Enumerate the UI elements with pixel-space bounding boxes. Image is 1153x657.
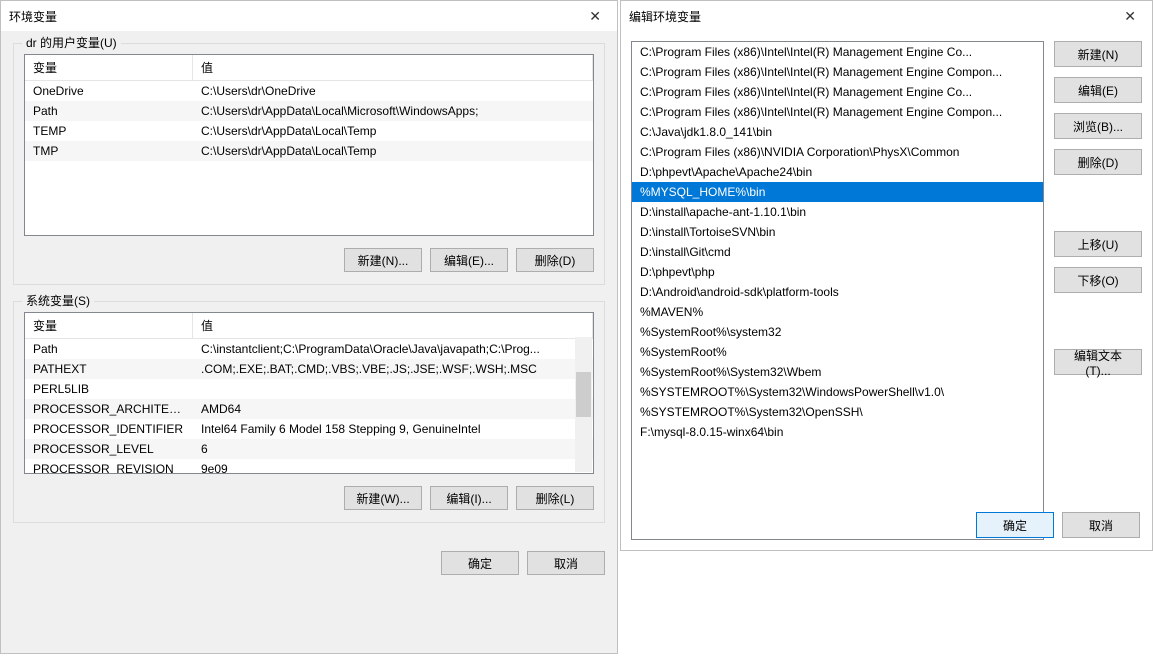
list-item[interactable]: %SYSTEMROOT%\System32\OpenSSH\ <box>632 402 1043 422</box>
list-item[interactable]: D:\install\Git\cmd <box>632 242 1043 262</box>
table-row[interactable]: OneDriveC:\Users\dr\OneDrive <box>25 81 593 101</box>
user-button-row: 新建(N)... 编辑(E)... 删除(D) <box>24 248 594 272</box>
user-vars-body: OneDriveC:\Users\dr\OneDrive PathC:\User… <box>25 81 593 235</box>
table-row[interactable]: PERL5LIB <box>25 379 593 399</box>
path-listbox[interactable]: C:\Program Files (x86)\Intel\Intel(R) Ma… <box>631 41 1044 540</box>
table-row[interactable]: PathC:\instantclient;C:\ProgramData\Orac… <box>25 339 593 359</box>
list-item[interactable]: %SYSTEMROOT%\System32\WindowsPowerShell\… <box>632 382 1043 402</box>
close-icon[interactable]: ✕ <box>581 6 609 27</box>
table-row[interactable]: TMPC:\Users\dr\AppData\Local\Temp <box>25 141 593 161</box>
dialog-body: C:\Program Files (x86)\Intel\Intel(R) Ma… <box>621 31 1152 550</box>
list-item[interactable]: C:\Program Files (x86)\Intel\Intel(R) Ma… <box>632 42 1043 62</box>
dialog-footer: 确定 取消 <box>1 551 617 587</box>
list-item[interactable]: %MYSQL_HOME%\bin <box>632 182 1043 202</box>
ok-button[interactable]: 确定 <box>441 551 519 575</box>
move-down-button[interactable]: 下移(O) <box>1054 267 1142 293</box>
sys-vars-group: 系统变量(S) 变量 值 PathC:\instantclient;C:\Pro… <box>13 301 605 523</box>
table-row[interactable]: PathC:\Users\dr\AppData\Local\Microsoft\… <box>25 101 593 121</box>
table-row[interactable]: TEMPC:\Users\dr\AppData\Local\Temp <box>25 121 593 141</box>
ok-button[interactable]: 确定 <box>976 512 1054 538</box>
edit-env-var-dialog: 编辑环境变量 ✕ C:\Program Files (x86)\Intel\In… <box>620 0 1153 551</box>
env-vars-dialog: 环境变量 ✕ dr 的用户变量(U) 变量 值 OneDriveC:\Users… <box>0 0 618 654</box>
table-header: 变量 值 <box>25 313 593 339</box>
table-row[interactable]: PROCESSOR_LEVEL6 <box>25 439 593 459</box>
list-item[interactable]: C:\Java\jdk1.8.0_141\bin <box>632 122 1043 142</box>
list-item[interactable]: C:\Program Files (x86)\Intel\Intel(R) Ma… <box>632 62 1043 82</box>
dialog-body: dr 的用户变量(U) 变量 值 OneDriveC:\Users\dr\One… <box>1 31 617 551</box>
new-button[interactable]: 新建(N) <box>1054 41 1142 67</box>
table-row[interactable]: PROCESSOR_REVISION9e09 <box>25 459 593 473</box>
delete-button[interactable]: 删除(D) <box>1054 149 1142 175</box>
col-value[interactable]: 值 <box>193 55 593 80</box>
titlebar: 编辑环境变量 ✕ <box>621 1 1152 31</box>
edit-text-button[interactable]: 编辑文本(T)... <box>1054 349 1142 375</box>
sys-vars-body: PathC:\instantclient;C:\ProgramData\Orac… <box>25 339 593 473</box>
scrollbar-thumb[interactable] <box>576 372 591 417</box>
col-variable[interactable]: 变量 <box>25 313 193 338</box>
list-item[interactable]: %SystemRoot%\system32 <box>632 322 1043 342</box>
sys-new-button[interactable]: 新建(W)... <box>344 486 422 510</box>
sys-edit-button[interactable]: 编辑(I)... <box>430 486 508 510</box>
sys-vars-table: 变量 值 PathC:\instantclient;C:\ProgramData… <box>24 312 594 474</box>
group-legend: 系统变量(S) <box>22 292 94 309</box>
titlebar: 环境变量 ✕ <box>1 1 617 31</box>
col-value[interactable]: 值 <box>193 313 593 338</box>
user-new-button[interactable]: 新建(N)... <box>344 248 422 272</box>
group-legend: dr 的用户变量(U) <box>22 34 121 51</box>
scrollbar[interactable] <box>575 337 592 472</box>
edit-button[interactable]: 编辑(E) <box>1054 77 1142 103</box>
close-icon[interactable]: ✕ <box>1116 6 1144 27</box>
list-item[interactable]: C:\Program Files (x86)\Intel\Intel(R) Ma… <box>632 102 1043 122</box>
list-item[interactable]: F:\mysql-8.0.15-winx64\bin <box>632 422 1043 442</box>
move-up-button[interactable]: 上移(U) <box>1054 231 1142 257</box>
table-row[interactable]: PROCESSOR_IDENTIFIERIntel64 Family 6 Mod… <box>25 419 593 439</box>
list-item[interactable]: D:\Android\android-sdk\platform-tools <box>632 282 1043 302</box>
user-vars-group: dr 的用户变量(U) 变量 值 OneDriveC:\Users\dr\One… <box>13 43 605 285</box>
list-item[interactable]: D:\phpevt\php <box>632 262 1043 282</box>
list-item[interactable]: C:\Program Files (x86)\Intel\Intel(R) Ma… <box>632 82 1043 102</box>
sys-delete-button[interactable]: 删除(L) <box>516 486 594 510</box>
table-row[interactable]: PROCESSOR_ARCHITECT...AMD64 <box>25 399 593 419</box>
cancel-button[interactable]: 取消 <box>527 551 605 575</box>
user-vars-table: 变量 值 OneDriveC:\Users\dr\OneDrive PathC:… <box>24 54 594 236</box>
list-item[interactable]: D:\install\TortoiseSVN\bin <box>632 222 1043 242</box>
list-item[interactable]: %MAVEN% <box>632 302 1043 322</box>
dialog-footer: 确定 取消 <box>976 512 1140 538</box>
user-delete-button[interactable]: 删除(D) <box>516 248 594 272</box>
table-row[interactable]: PATHEXT.COM;.EXE;.BAT;.CMD;.VBS;.VBE;.JS… <box>25 359 593 379</box>
dialog-title: 环境变量 <box>9 8 57 25</box>
sys-button-row: 新建(W)... 编辑(I)... 删除(L) <box>24 486 594 510</box>
list-item[interactable]: D:\install\apache-ant-1.10.1\bin <box>632 202 1043 222</box>
cancel-button[interactable]: 取消 <box>1062 512 1140 538</box>
user-edit-button[interactable]: 编辑(E)... <box>430 248 508 272</box>
side-buttons: 新建(N) 编辑(E) 浏览(B)... 删除(D) 上移(U) 下移(O) 编… <box>1054 41 1142 540</box>
list-item[interactable]: C:\Program Files (x86)\NVIDIA Corporatio… <box>632 142 1043 162</box>
list-item[interactable]: %SystemRoot% <box>632 342 1043 362</box>
list-item[interactable]: D:\phpevt\Apache\Apache24\bin <box>632 162 1043 182</box>
col-variable[interactable]: 变量 <box>25 55 193 80</box>
table-header: 变量 值 <box>25 55 593 81</box>
listbox-wrap: C:\Program Files (x86)\Intel\Intel(R) Ma… <box>631 41 1044 540</box>
dialog-title: 编辑环境变量 <box>629 8 701 25</box>
browse-button[interactable]: 浏览(B)... <box>1054 113 1142 139</box>
list-item[interactable]: %SystemRoot%\System32\Wbem <box>632 362 1043 382</box>
